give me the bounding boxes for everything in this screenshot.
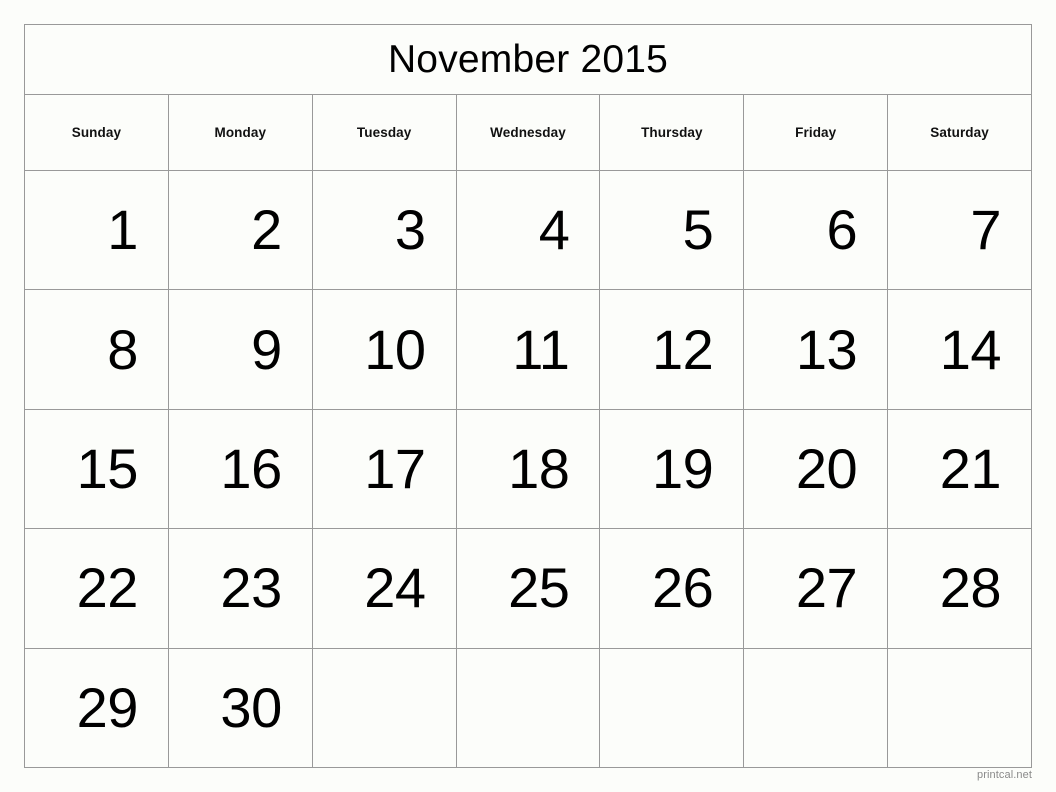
day-number: 22 (76, 556, 139, 620)
day-number: 15 (76, 437, 139, 501)
day-cell[interactable]: 24 (312, 529, 457, 649)
day-number: 29 (76, 675, 139, 739)
weekday-header-tuesday: Tuesday (312, 95, 457, 171)
week-row: 8 9 10 11 12 13 14 (25, 290, 1033, 410)
day-number: 28 (939, 556, 1002, 620)
day-cell[interactable]: 4 (456, 171, 601, 291)
weekday-header-sunday: Sunday (25, 95, 169, 171)
day-number: 25 (508, 556, 570, 620)
day-cell[interactable]: 8 (25, 290, 169, 410)
day-number: 11 (512, 317, 570, 381)
day-cell[interactable]: 3 (312, 171, 457, 291)
day-cell[interactable]: 22 (25, 529, 169, 649)
day-cell[interactable]: 7 (888, 171, 1033, 291)
day-cell[interactable]: 6 (744, 171, 889, 291)
day-cell[interactable]: 17 (312, 409, 457, 530)
weekday-label: Tuesday (356, 124, 412, 140)
day-number: 17 (364, 437, 426, 501)
day-number: 4 (538, 198, 570, 262)
day-number: 27 (795, 556, 858, 620)
weekday-header-monday: Monday (168, 95, 313, 171)
weekday-header-wednesday: Wednesday (456, 95, 601, 171)
day-cell-empty (744, 648, 889, 769)
calendar-grid: November 2015 Sunday Monday Tuesday Wedn… (24, 24, 1033, 769)
weekday-label: Sunday (71, 124, 122, 140)
calendar-page: November 2015 Sunday Monday Tuesday Wedn… (0, 0, 1056, 792)
week-row: 1 2 3 4 5 6 7 (25, 171, 1033, 291)
day-cell[interactable]: 20 (744, 409, 889, 530)
day-cell[interactable]: 23 (168, 529, 313, 649)
day-cell[interactable]: 1 (25, 171, 169, 291)
day-cell[interactable]: 15 (25, 409, 169, 530)
day-cell-empty (600, 648, 745, 769)
day-number: 3 (394, 198, 426, 262)
weekday-label: Friday (795, 124, 837, 140)
day-cell[interactable]: 5 (600, 171, 745, 291)
day-cell[interactable]: 10 (312, 290, 457, 410)
day-number: 19 (652, 437, 714, 501)
day-number: 30 (220, 675, 282, 739)
day-number: 8 (107, 317, 138, 381)
day-cell[interactable]: 29 (25, 648, 169, 769)
day-cell[interactable]: 19 (600, 409, 745, 530)
day-number: 10 (364, 317, 426, 381)
weekday-header-saturday: Saturday (888, 95, 1033, 171)
week-row: 29 30 (25, 648, 1033, 769)
day-number: 16 (220, 437, 282, 501)
day-number: 1 (107, 198, 138, 262)
day-number: 2 (251, 198, 282, 262)
day-number: 24 (364, 556, 426, 620)
day-cell[interactable]: 9 (168, 290, 313, 410)
day-number: 14 (939, 317, 1002, 381)
week-row: 15 16 17 18 19 20 21 (25, 409, 1033, 530)
day-cell-empty (888, 648, 1033, 769)
day-cell[interactable]: 26 (600, 529, 745, 649)
weekday-label: Monday (214, 124, 267, 140)
day-cell[interactable]: 16 (168, 409, 313, 530)
day-number: 20 (795, 437, 858, 501)
day-number: 9 (251, 317, 282, 381)
calendar-weeks: 1 2 3 4 5 6 7 8 9 10 11 12 13 14 15 16 1… (25, 171, 1033, 769)
site-attribution: printcal.net (976, 769, 1032, 781)
day-number: 5 (682, 198, 714, 262)
day-cell[interactable]: 11 (456, 290, 601, 410)
weekday-label: Thursday (641, 124, 703, 140)
day-number: 21 (939, 437, 1002, 501)
day-cell[interactable]: 2 (168, 171, 313, 291)
weekday-label: Wednesday (490, 124, 566, 140)
day-cell[interactable]: 12 (600, 290, 745, 410)
day-number: 6 (826, 198, 858, 262)
day-cell[interactable]: 18 (456, 409, 601, 530)
page-title: November 2015 (387, 38, 669, 81)
day-cell-empty (456, 648, 601, 769)
day-cell[interactable]: 14 (888, 290, 1033, 410)
day-cell[interactable]: 30 (168, 648, 313, 769)
day-cell[interactable]: 21 (888, 409, 1033, 530)
weekday-label: Saturday (930, 124, 989, 140)
day-cell[interactable]: 13 (744, 290, 889, 410)
day-cell-empty (312, 648, 457, 769)
weekday-header-row: Sunday Monday Tuesday Wednesday Thursday… (25, 95, 1033, 171)
day-cell[interactable]: 27 (744, 529, 889, 649)
day-number: 7 (970, 198, 1002, 262)
weekday-header-thursday: Thursday (600, 95, 745, 171)
calendar-title-row: November 2015 (25, 25, 1032, 95)
day-number: 12 (652, 317, 714, 381)
day-number: 18 (508, 437, 570, 501)
weekday-header-friday: Friday (744, 95, 889, 171)
day-number: 23 (220, 556, 282, 620)
day-cell[interactable]: 25 (456, 529, 601, 649)
day-number: 26 (652, 556, 714, 620)
week-row: 22 23 24 25 26 27 28 (25, 529, 1033, 649)
day-cell[interactable]: 28 (888, 529, 1033, 649)
day-number: 13 (795, 317, 858, 381)
